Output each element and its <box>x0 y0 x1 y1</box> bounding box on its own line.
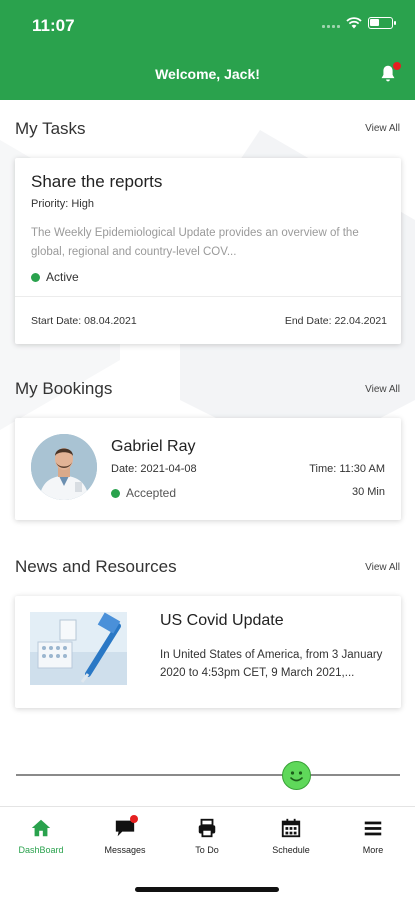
booking-status: Accepted <box>111 486 176 500</box>
status-dot <box>111 488 120 498</box>
slider-handle[interactable] <box>282 761 311 790</box>
task-description: The Weekly Epidemiological Update provid… <box>31 227 359 258</box>
task-title: Share the reports <box>31 172 163 191</box>
task-start-date: Start Date: 08.04.2021 <box>31 315 137 327</box>
smiley-face-icon <box>290 771 303 782</box>
tab-messages[interactable]: Messages <box>90 815 160 855</box>
tab-label: DashBoard <box>18 845 64 855</box>
booking-time: Time: 11:30 AM <box>309 463 385 475</box>
tab-dashboard[interactable]: DashBoard <box>6 817 76 855</box>
doctor-avatar-image <box>31 434 97 500</box>
booking-name: Gabriel Ray <box>111 438 196 455</box>
tab-bar: DashBoard Messages To Do Schedule More <box>0 806 415 900</box>
tasks-view-all-link[interactable]: View All <box>365 123 400 134</box>
booking-card[interactable]: Gabriel Ray Date: 2021-04-08 Time: 11:30… <box>15 418 401 520</box>
messages-notification-dot <box>130 815 138 823</box>
wifi-icon <box>346 17 362 29</box>
welcome-title: Welcome, Jack! <box>155 66 260 82</box>
status-icons <box>322 17 396 29</box>
tab-label: To Do <box>195 845 219 855</box>
news-card[interactable]: US Covid Update In United States of Amer… <box>15 596 401 708</box>
tasks-section-title: My Tasks <box>15 119 86 138</box>
battery-fill <box>370 19 379 26</box>
battery-icon <box>368 17 396 29</box>
booking-duration: 30 Min <box>351 486 385 498</box>
app-header: 11:07 Welcome, Jack! <box>0 0 415 100</box>
status-dot <box>31 272 40 282</box>
task-end-date: End Date: 22.04.2021 <box>284 315 387 327</box>
signal-icon <box>322 18 340 28</box>
bookings-section-title: My Bookings <box>15 379 113 398</box>
task-dates: Start Date: 08.04.2021 End Date: 22.04.2… <box>31 315 387 327</box>
menu-icon <box>364 821 382 836</box>
news-description: In United States of America, from 3 Janu… <box>160 649 383 679</box>
divider <box>15 296 401 297</box>
bookings-view-all-link[interactable]: View All <box>365 384 400 395</box>
news-view-all-link[interactable]: View All <box>365 562 400 573</box>
task-card[interactable]: Share the reports Priority: High The Wee… <box>15 158 401 344</box>
tab-schedule[interactable]: Schedule <box>256 817 326 855</box>
tab-to-do[interactable]: To Do <box>172 817 242 855</box>
news-section-title: News and Resources <box>15 557 177 576</box>
home-icon <box>31 819 51 837</box>
slider-track[interactable] <box>16 774 400 776</box>
notification-dot <box>393 62 401 70</box>
home-indicator <box>135 887 279 892</box>
news-title: US Covid Update <box>160 612 284 629</box>
printer-icon <box>198 818 216 838</box>
avatar <box>31 434 97 500</box>
task-status: Active <box>31 270 79 284</box>
lab-test-image <box>30 612 127 685</box>
news-thumbnail <box>30 612 127 685</box>
booking-date: Date: 2021-04-08 <box>111 463 197 475</box>
tab-label: Schedule <box>272 845 310 855</box>
tab-label: Messages <box>104 845 146 855</box>
tab-label: More <box>362 845 384 855</box>
booking-status-label: Accepted <box>126 486 177 500</box>
status-time: 11:07 <box>32 16 75 35</box>
task-status-label: Active <box>46 270 79 284</box>
tab-more[interactable]: More <box>338 817 408 855</box>
task-priority: Priority: High <box>31 198 94 210</box>
calendar-icon <box>281 818 301 838</box>
